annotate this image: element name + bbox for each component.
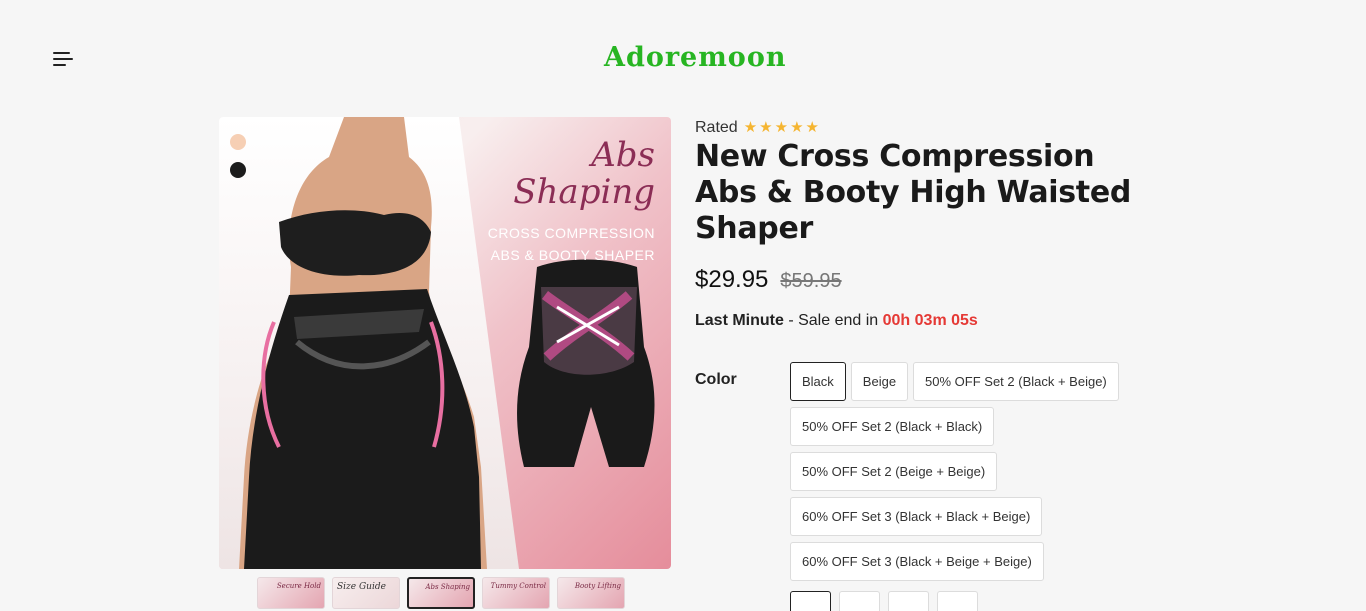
sale-text: - Sale end in <box>783 312 883 329</box>
thumbnail-label: Tummy Control <box>490 582 546 590</box>
star-icon: ★ <box>774 119 789 136</box>
thumbnail-active[interactable]: Abs Shaping <box>407 577 475 609</box>
sale-label: Last Minute <box>695 312 784 329</box>
thumbnail[interactable]: Tummy Control <box>482 577 550 609</box>
sale-timer: 00h 03m 05s <box>882 312 978 329</box>
hamburger-menu-icon[interactable] <box>53 51 73 69</box>
image-headline: Abs Shaping CROSS COMPRESSION ABS & BOOT… <box>461 135 671 266</box>
headline-line-1: CROSS COMPRESSION <box>487 224 655 241</box>
thumbnail[interactable]: Booty Lifting <box>557 577 625 609</box>
rating-row: Rated ★ ★ ★ ★ ★ <box>695 119 819 137</box>
rating-stars: ★ ★ ★ ★ ★ <box>744 120 819 136</box>
size-option[interactable] <box>937 591 978 611</box>
thumbnail-label: Booty Lifting <box>574 582 621 590</box>
color-label: Color <box>695 371 737 388</box>
star-icon: ★ <box>743 119 758 136</box>
headline-script: Abs Shaping <box>513 135 655 213</box>
thumbnail-label: Secure Hold <box>276 582 321 590</box>
color-options: Black Beige 50% OFF Set 2 (Black + Beige… <box>790 362 1135 581</box>
thumbnail-strip: Secure Hold Size Guide Abs Shaping Tummy… <box>257 577 625 609</box>
swatch-dot-black[interactable] <box>230 162 246 178</box>
swatch-dot-beige[interactable] <box>230 134 246 150</box>
thumbnail-label: Size Guide <box>337 582 386 592</box>
product-title: New Cross Compression Abs & Booty High W… <box>695 139 1132 246</box>
color-option-set3-black-beige-beige[interactable]: 60% OFF Set 3 (Black + Beige + Beige) <box>790 542 1044 581</box>
color-option-set3-black-black-beige[interactable]: 60% OFF Set 3 (Black + Black + Beige) <box>790 497 1043 536</box>
price-row: $29.95 $59.95 <box>695 266 842 294</box>
thumbnail[interactable]: Secure Hold <box>257 577 325 609</box>
star-icon: ★ <box>790 119 804 136</box>
color-option-set2-black-black[interactable]: 50% OFF Set 2 (Black + Black) <box>790 407 995 446</box>
product-main-image[interactable]: Abs Shaping CROSS COMPRESSION ABS & BOOT… <box>219 117 671 569</box>
color-option-black[interactable]: Black <box>790 362 846 401</box>
color-option-set2-black-beige[interactable]: 50% OFF Set 2 (Black + Beige) <box>913 362 1119 401</box>
headline-line-2: ABS & BOOTY SHAPER <box>490 246 655 263</box>
size-option[interactable] <box>790 591 831 611</box>
color-option-set2-beige-beige[interactable]: 50% OFF Set 2 (Beige + Beige) <box>790 452 998 491</box>
size-option[interactable] <box>888 591 929 611</box>
size-option[interactable] <box>839 591 880 611</box>
color-option-beige[interactable]: Beige <box>850 362 909 401</box>
thumbnail-label: Abs Shaping <box>425 583 470 591</box>
rated-label: Rated <box>695 119 738 136</box>
site-logo[interactable]: Adoremoon <box>604 42 786 73</box>
site-header: Adoremoon <box>0 0 1366 118</box>
star-icon: ★ <box>759 119 773 136</box>
star-icon: ★ <box>805 119 819 136</box>
thumbnail[interactable]: Size Guide <box>332 577 400 609</box>
sale-countdown: Last Minute - Sale end in 00h 03m 05s <box>695 312 978 330</box>
size-options <box>790 591 978 611</box>
current-price: $29.95 <box>695 266 769 293</box>
original-price: $59.95 <box>780 270 842 292</box>
